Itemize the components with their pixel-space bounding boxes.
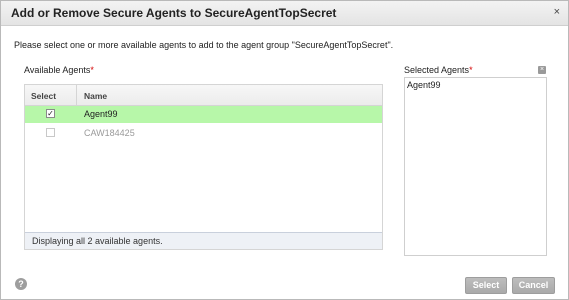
add-remove-agents-dialog: Add or Remove Secure Agents to SecureAge… bbox=[0, 0, 569, 300]
dialog-title: Add or Remove Secure Agents to SecureAge… bbox=[11, 6, 337, 20]
table-row: CAW184425 bbox=[25, 125, 382, 142]
table-row[interactable]: ✓ Agent99 bbox=[25, 106, 382, 123]
available-agents-label: Available Agents* bbox=[24, 65, 94, 75]
required-marker: * bbox=[90, 65, 94, 75]
status-text: Displaying all 2 available agents. bbox=[32, 236, 163, 246]
agent-name: CAW184425 bbox=[84, 128, 135, 138]
list-item[interactable]: Agent99 bbox=[407, 80, 441, 90]
clear-selected-icon[interactable]: × bbox=[538, 66, 546, 74]
selected-agents-label-text: Selected Agents bbox=[404, 65, 470, 75]
available-agents-label-text: Available Agents bbox=[24, 65, 91, 75]
agent-name: Agent99 bbox=[84, 109, 118, 119]
close-icon[interactable]: × bbox=[554, 5, 560, 19]
table-header: Select Name bbox=[25, 85, 382, 106]
selected-agents-list[interactable]: Agent99 bbox=[404, 77, 547, 256]
help-icon[interactable]: ? bbox=[15, 278, 27, 290]
column-header-name[interactable]: Name bbox=[84, 91, 107, 101]
column-header-select[interactable]: Select bbox=[31, 91, 56, 101]
agent-checkbox[interactable]: ✓ bbox=[46, 109, 55, 118]
column-divider bbox=[76, 85, 77, 105]
selected-agents-label: Selected Agents* bbox=[404, 65, 473, 75]
agent-checkbox-disabled bbox=[46, 128, 55, 137]
cancel-button[interactable]: Cancel bbox=[512, 277, 555, 294]
select-button[interactable]: Select bbox=[465, 277, 507, 294]
intro-text: Please select one or more available agen… bbox=[14, 40, 394, 50]
table-status-bar: Displaying all 2 available agents. bbox=[25, 232, 382, 249]
dialog-titlebar: Add or Remove Secure Agents to SecureAge… bbox=[1, 1, 568, 26]
required-marker: * bbox=[469, 65, 473, 75]
available-agents-table: Select Name ✓ Agent99 CAW184425 Displayi… bbox=[24, 84, 383, 250]
